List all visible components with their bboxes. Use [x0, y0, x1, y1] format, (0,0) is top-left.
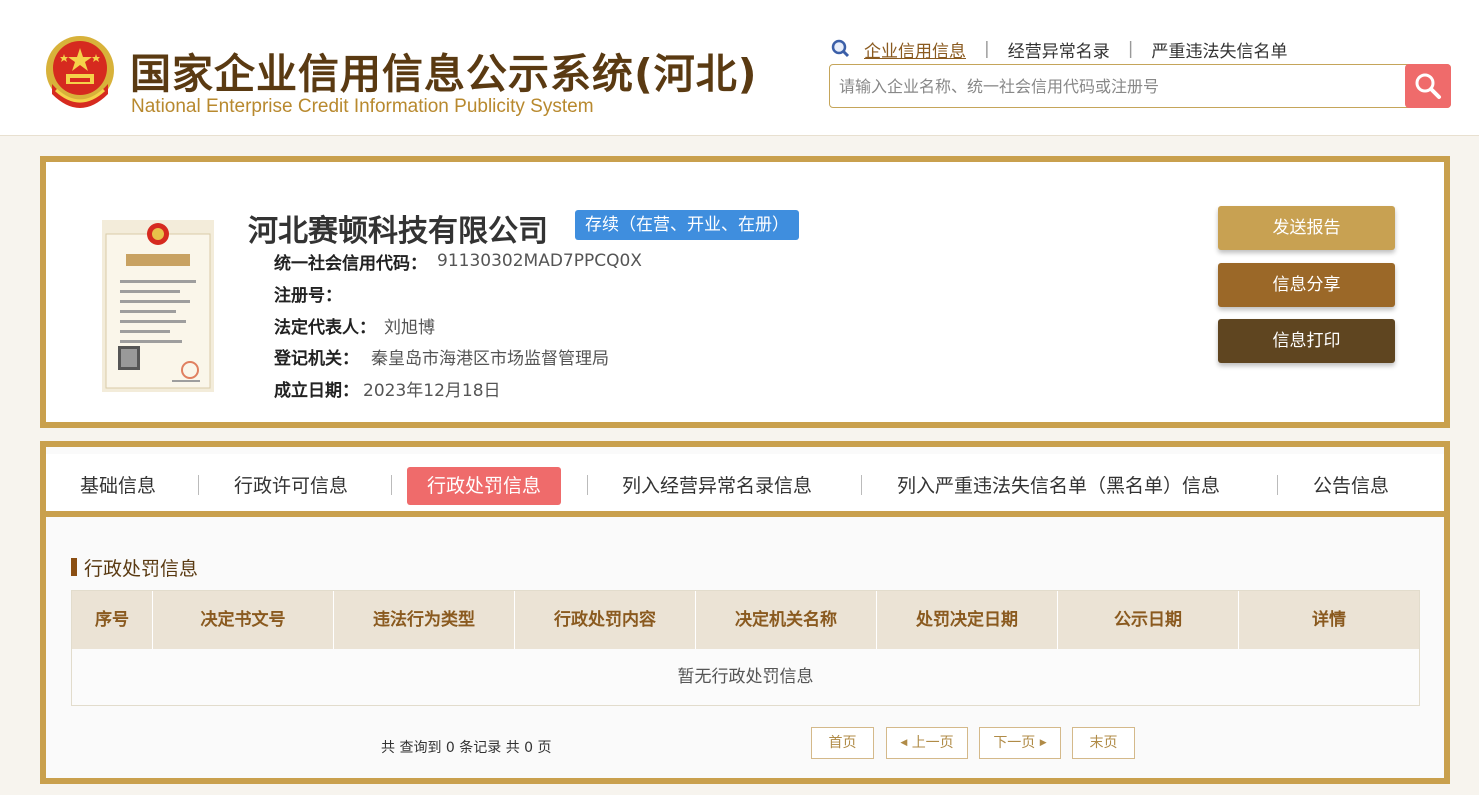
business-license-image[interactable]	[102, 220, 214, 392]
column-header: 处罚决定日期	[877, 591, 1058, 649]
tab-basic-info[interactable]: 基础信息	[80, 467, 156, 505]
tab-divider	[1277, 475, 1278, 495]
company-name: 河北赛顿科技有限公司	[248, 214, 548, 249]
search-button[interactable]	[1405, 64, 1451, 108]
heading-marker	[71, 558, 77, 576]
chevron-left-icon: ◀	[900, 738, 908, 748]
next-page-label: 下一页	[993, 735, 1036, 751]
next-page-button[interactable]: 下一页 ▶	[979, 727, 1061, 759]
column-header: 序号	[72, 591, 153, 649]
credit-code-label: 统一社会信用代码：	[274, 253, 427, 274]
last-page-button[interactable]: 末页	[1072, 727, 1135, 759]
penalty-table: 序号 决定书文号 违法行为类型 行政处罚内容 决定机关名称 处罚决定日期 公示日…	[71, 590, 1420, 706]
tab-admin-license[interactable]: 行政许可信息	[234, 467, 348, 505]
column-header: 详情	[1312, 610, 1346, 630]
column-header: 行政处罚内容	[515, 591, 696, 649]
legal-rep-row: 法定代表人： 刘旭博	[274, 313, 435, 338]
reg-authority-row: 登记机关： 秦皇岛市海港区市场监督管理局	[274, 344, 609, 369]
link-enterprise-credit[interactable]: 企业信用信息	[864, 37, 966, 62]
chevron-right-icon: ▶	[1039, 738, 1047, 748]
tab-blacklist[interactable]: 列入严重违法失信名单（黑名单）信息	[897, 467, 1220, 505]
site-title: 国家企业信用信息公示系统(河北)	[130, 50, 758, 98]
top-nav: 企业信用信息 | 经营异常名录 | 严重违法失信名单	[830, 37, 1287, 62]
divider: |	[984, 39, 990, 59]
prev-page-label: 上一页	[911, 735, 954, 751]
search-box	[829, 64, 1451, 108]
reg-authority-value: 秦皇岛市海港区市场监督管理局	[371, 348, 609, 369]
tab-divider	[198, 475, 199, 495]
share-info-button[interactable]: 信息分享	[1218, 263, 1395, 307]
column-header: 违法行为类型	[334, 591, 515, 649]
divider: |	[1127, 39, 1134, 59]
send-report-button[interactable]: 发送报告	[1218, 206, 1395, 250]
column-header: 决定机关名称	[696, 591, 877, 649]
est-date-label: 成立日期：	[274, 380, 359, 401]
est-date-value: 2023年12月18日	[363, 380, 501, 401]
legal-rep-value: 刘旭博	[384, 317, 435, 338]
section-title-text: 行政处罚信息	[84, 557, 199, 580]
pagination-summary: 共 查询到 0 条记录 共 0 页	[381, 740, 552, 756]
tab-announcements[interactable]: 公告信息	[1313, 467, 1389, 505]
tab-bar: 基础信息 行政许可信息 行政处罚信息 列入经营异常名录信息 列入严重违法失信名单…	[46, 454, 1444, 517]
site-header: 国家企业信用信息公示系统(河北) National Enterprise Cre…	[0, 0, 1479, 136]
reg-no-row: 注册号：	[274, 281, 342, 306]
first-page-button[interactable]: 首页	[811, 727, 874, 759]
column-header: 决定书文号	[153, 591, 334, 649]
tab-admin-penalty[interactable]: 行政处罚信息	[407, 467, 562, 505]
tab-divider	[861, 475, 862, 495]
reg-no-label: 注册号：	[274, 285, 342, 306]
national-emblem-icon	[46, 36, 114, 108]
search-icon	[1415, 73, 1441, 99]
reg-authority-label: 登记机关：	[274, 348, 359, 369]
est-date-row: 成立日期： 2023年12月18日	[274, 376, 501, 401]
column-header: 公示日期	[1058, 591, 1239, 649]
legal-rep-label: 法定代表人：	[274, 317, 376, 338]
section-heading: 行政处罚信息	[71, 555, 199, 580]
details-panel: 基础信息 行政许可信息 行政处罚信息 列入经营异常名录信息 列入严重违法失信名单…	[40, 441, 1450, 784]
credit-code-value: 91130302MAD7PPCQ0X	[437, 251, 642, 271]
status-badge: 存续（在营、开业、在册）	[575, 210, 799, 240]
print-info-button[interactable]: 信息打印	[1218, 319, 1395, 363]
tab-divider	[391, 475, 392, 495]
empty-message: 暂无行政处罚信息	[72, 649, 1419, 705]
magnifier-icon	[831, 39, 850, 58]
company-info-panel: 河北赛顿科技有限公司 存续（在营、开业、在册） 统一社会信用代码： 911303…	[40, 156, 1450, 428]
credit-code-row: 统一社会信用代码： 91130302MAD7PPCQ0X	[274, 249, 642, 274]
tab-divider	[587, 475, 588, 495]
tab-abnormal-list[interactable]: 列入经营异常名录信息	[622, 467, 812, 505]
link-abnormal-list[interactable]: 经营异常名录	[1008, 37, 1110, 62]
site-subtitle: National Enterprise Credit Information P…	[131, 96, 594, 117]
table-header: 序号 决定书文号 违法行为类型 行政处罚内容 决定机关名称 处罚决定日期 公示日…	[72, 591, 1419, 649]
link-blacklist[interactable]: 严重违法失信名单	[1151, 37, 1287, 62]
search-input[interactable]	[830, 65, 1405, 107]
prev-page-button[interactable]: ◀ 上一页	[886, 727, 968, 759]
